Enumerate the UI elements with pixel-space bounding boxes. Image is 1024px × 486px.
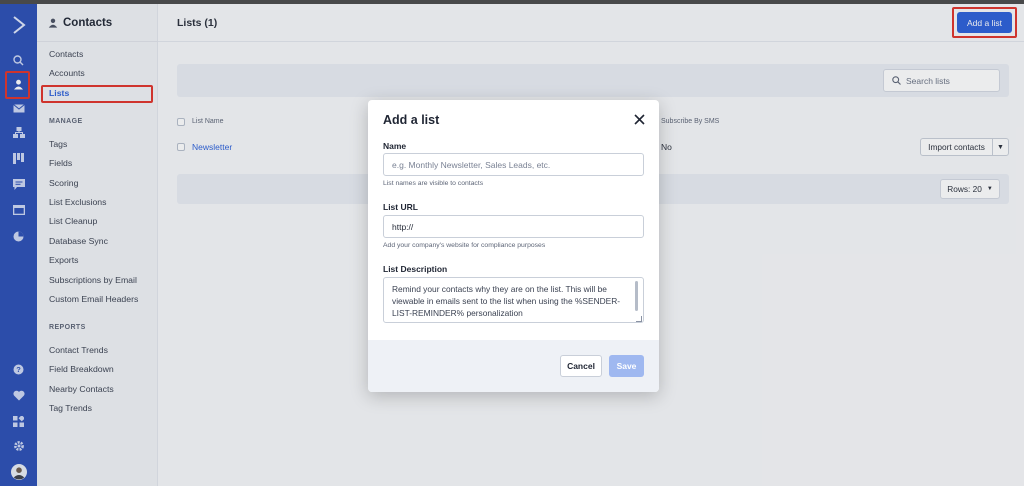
save-button[interactable]: Save	[609, 355, 644, 377]
name-input[interactable]: e.g. Monthly Newsletter, Sales Leads, et…	[383, 153, 644, 176]
add-list-modal: Add a list Name e.g. Monthly Newsletter,…	[368, 100, 659, 392]
list-url-input[interactable]: http://	[383, 215, 644, 238]
name-label: Name	[383, 141, 407, 151]
modal-title: Add a list	[383, 113, 440, 127]
list-description-textarea[interactable]: Remind your contacts why they are on the…	[383, 277, 644, 323]
resize-handle-icon[interactable]	[636, 316, 642, 322]
name-help-text: List names are visible to contacts	[383, 180, 484, 187]
list-description-label: List Description	[383, 264, 448, 274]
cancel-button[interactable]: Cancel	[560, 355, 602, 377]
close-icon[interactable]	[631, 111, 647, 127]
list-url-label: List URL	[383, 202, 418, 212]
list-url-help-text: Add your company's website for complianc…	[383, 242, 546, 249]
textarea-scrollbar[interactable]	[635, 281, 638, 311]
